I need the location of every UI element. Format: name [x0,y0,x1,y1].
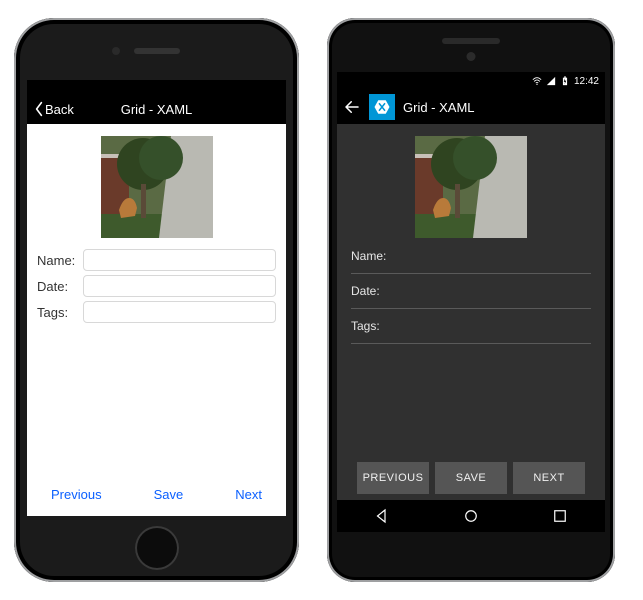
nav-home-icon[interactable] [462,507,480,525]
tags-label: Tags: [37,305,83,320]
chevron-left-icon [33,101,45,117]
ios-content: Name: Date: Tags: Previous Save Next [27,124,286,516]
status-time: 12:42 [574,76,599,87]
iphone-home-button[interactable] [135,526,179,570]
photo-image [101,136,213,238]
date-label: Date: [351,284,591,298]
ios-name-row: Name: [37,249,276,271]
save-button[interactable]: Save [154,487,184,502]
ios-toolbar: Previous Save Next [37,477,276,516]
android-photo-container [351,134,591,249]
battery-charging-icon [560,76,570,86]
android-name-row: Name: [351,249,591,274]
iphone-camera [112,47,120,55]
wifi-icon [532,76,542,86]
android-system-nav [337,500,605,532]
back-label: Back [45,102,74,117]
name-input[interactable] [351,273,591,274]
android-screen: 12:42 Grid - XAML [337,72,605,532]
iphone-device-frame: Back Grid - XAML [14,18,299,582]
tags-input[interactable] [83,301,276,323]
next-button[interactable]: Next [235,487,262,502]
name-input[interactable] [83,249,276,271]
android-content: Name: Date: Tags: PREVIOUS SAVE NEXT [337,124,605,500]
ios-tags-row: Tags: [37,301,276,323]
back-button[interactable] [343,98,361,116]
ios-status-bar [27,80,286,94]
android-speaker [442,38,500,44]
signal-icon [546,76,556,86]
iphone-speaker [134,48,180,54]
tags-input[interactable] [351,343,591,344]
name-label: Name: [351,249,591,263]
android-action-bar: Grid - XAML [337,90,605,124]
previous-button[interactable]: PREVIOUS [357,462,429,494]
xamarin-logo-icon [369,94,395,120]
android-camera [467,52,476,61]
date-input[interactable] [351,308,591,309]
ios-nav-bar: Back Grid - XAML [27,94,286,124]
previous-button[interactable]: Previous [51,487,102,502]
save-button[interactable]: SAVE [435,462,507,494]
back-button[interactable]: Back [27,101,74,117]
ios-screen: Back Grid - XAML [27,80,286,516]
photo-image [415,136,527,238]
android-button-bar: PREVIOUS SAVE NEXT [351,462,591,500]
android-status-bar: 12:42 [337,72,605,90]
android-device-frame: 12:42 Grid - XAML [327,18,615,582]
next-button[interactable]: NEXT [513,462,585,494]
nav-back-icon[interactable] [373,507,391,525]
date-label: Date: [37,279,83,294]
nav-recent-icon[interactable] [551,507,569,525]
android-date-row: Date: [351,284,591,309]
date-input[interactable] [83,275,276,297]
android-page-title: Grid - XAML [403,100,475,115]
ios-photo-container [37,132,276,249]
tags-label: Tags: [351,319,591,333]
arrow-left-icon [343,98,361,116]
name-label: Name: [37,253,83,268]
android-tags-row: Tags: [351,319,591,344]
ios-date-row: Date: [37,275,276,297]
